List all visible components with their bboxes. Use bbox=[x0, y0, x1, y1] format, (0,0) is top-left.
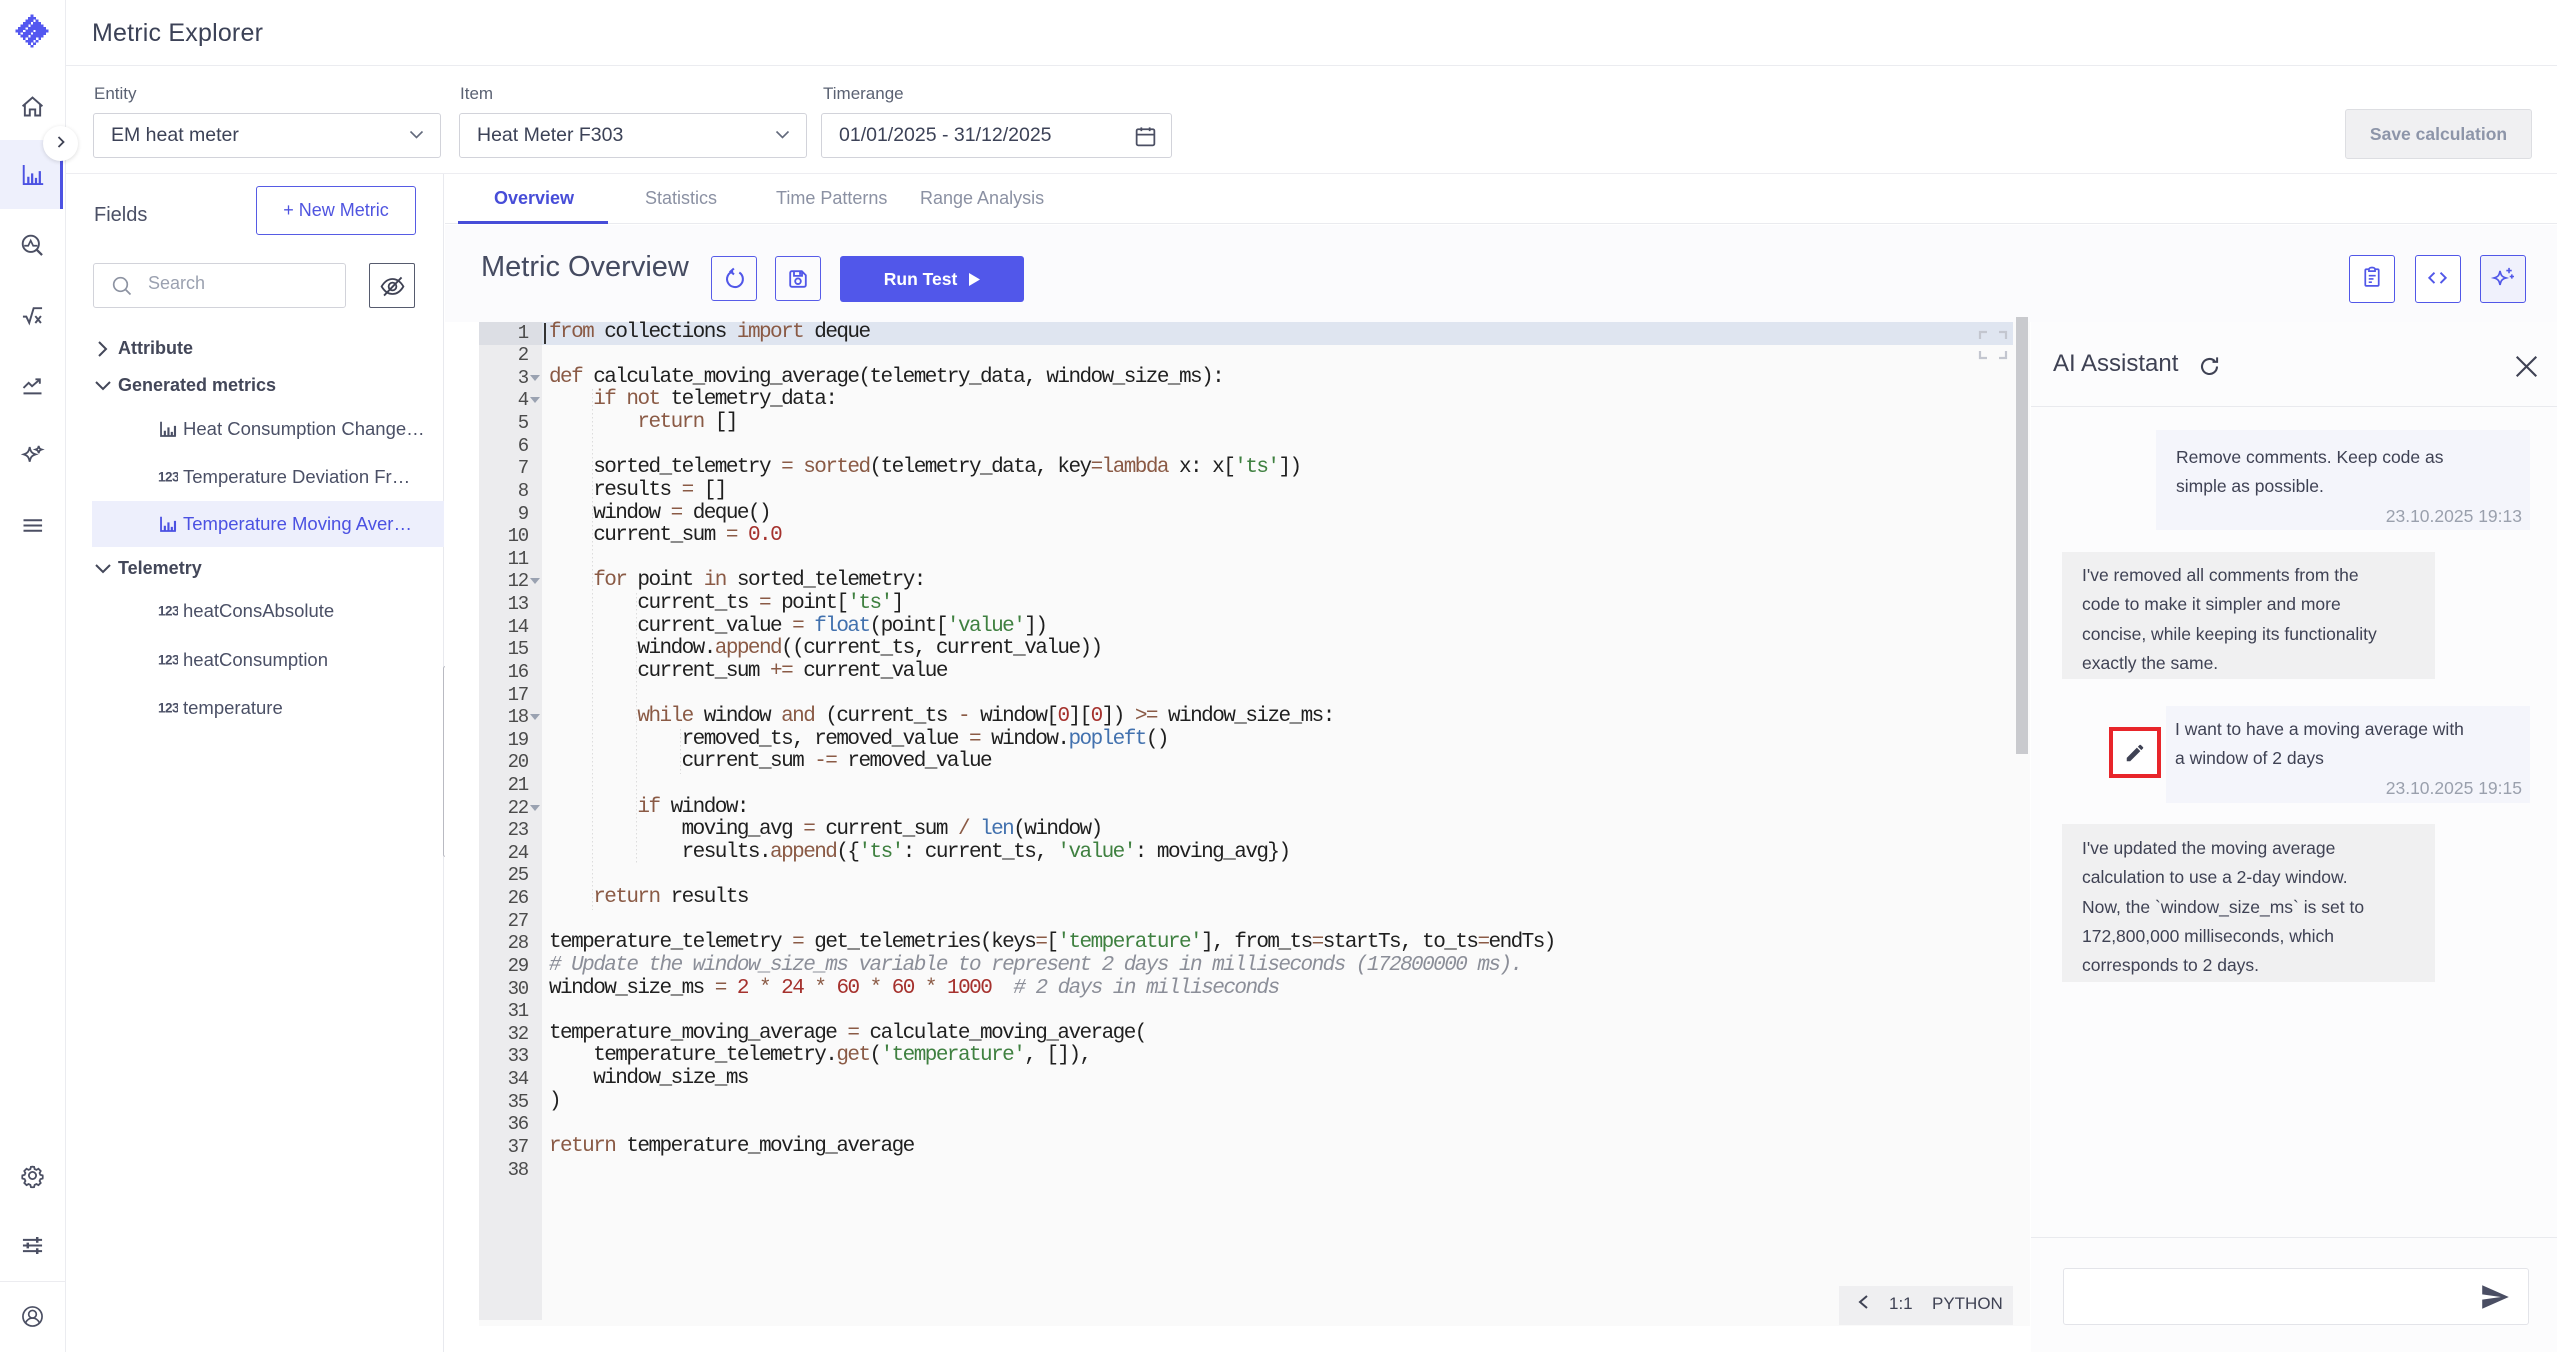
svg-text:123: 123 bbox=[158, 604, 178, 619]
svg-text:123: 123 bbox=[158, 701, 178, 716]
svg-text:123: 123 bbox=[158, 470, 178, 485]
svg-text:123: 123 bbox=[158, 653, 178, 668]
